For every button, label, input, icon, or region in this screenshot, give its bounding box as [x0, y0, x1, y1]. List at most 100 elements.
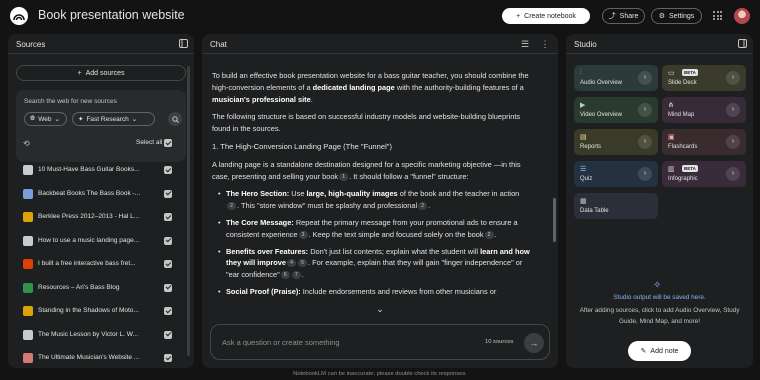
studio-tile-infographic[interactable]: ▥ BETA Infographic ›	[662, 161, 746, 187]
citation-chip[interactable]: 2	[484, 230, 494, 239]
citation-chip[interactable]: 4	[286, 259, 296, 268]
citation-chip[interactable]: 6	[280, 271, 290, 280]
source-checkbox[interactable]	[164, 354, 172, 362]
chevron-right-icon[interactable]: ›	[638, 135, 652, 149]
source-checkbox[interactable]	[164, 189, 172, 198]
studio-tile-mind-map[interactable]: ⋔ Mind Map ›	[662, 97, 746, 123]
select-all-checkbox[interactable]	[164, 139, 172, 147]
research-chip-label: Fast Research	[86, 115, 129, 123]
notebooklm-logo-icon[interactable]	[10, 7, 28, 25]
web-source-dropdown[interactable]: 🌐︎ Web ⌄	[24, 112, 67, 126]
chat-panel: Chat ☰ ⋮ To build an effective book pres…	[202, 34, 558, 368]
studio-empty-description: After adding sources, click to add Audio…	[579, 307, 740, 325]
citation-chip[interactable]: 7	[291, 271, 301, 280]
chevron-right-icon[interactable]: ›	[726, 167, 740, 181]
studio-tile-label: Reports	[580, 144, 602, 150]
source-item[interactable]: 10 Must-Have Bass Guitar Books...	[8, 161, 194, 179]
add-sources-button[interactable]: + Add sources	[16, 65, 186, 81]
studio-tile-label: Slide Deck	[668, 80, 697, 86]
studio-tile-quiz[interactable]: ☰ Quiz ›	[574, 161, 658, 187]
chat-settings-icon[interactable]: ☰	[520, 39, 530, 49]
reports-icon: ▤	[580, 134, 587, 141]
chat-text: .	[428, 201, 431, 211]
scroll-down-icon[interactable]: ⌄	[373, 302, 387, 316]
citation-chip[interactable]: 5	[297, 259, 307, 268]
source-toolbar: ⟲ Select all	[8, 136, 194, 150]
source-item[interactable]: Berklee Press 2012–2013 - Hal L...	[8, 208, 194, 226]
source-checkbox[interactable]	[164, 283, 172, 292]
source-checkbox[interactable]	[164, 330, 172, 339]
studio-tile-label: Data Table	[580, 208, 609, 214]
chevron-right-icon[interactable]: ›	[726, 103, 740, 117]
chevron-right-icon[interactable]: ›	[726, 135, 740, 149]
citation-chip[interactable]: 2	[418, 202, 428, 211]
studio-tile-flashcards[interactable]: ▣ Flashcards ›	[662, 129, 746, 155]
notebook-title[interactable]: Book presentation website	[38, 8, 185, 22]
source-checkbox[interactable]	[164, 260, 172, 268]
pdf-icon	[23, 306, 33, 316]
reddit-icon	[23, 259, 33, 269]
chevron-right-icon[interactable]: ›	[726, 71, 740, 85]
source-label: The Music Lesson by Victor L. W...	[38, 330, 138, 338]
add-note-button[interactable]: ✎ Add note	[628, 341, 691, 361]
web-search-input[interactable]: Search the web for new sources	[24, 98, 117, 105]
studio-tile-video-overview[interactable]: ▶ Video Overview ›	[574, 97, 658, 123]
share-icon: ⤴	[608, 13, 616, 20]
source-checkbox[interactable]	[164, 166, 172, 174]
chat-text: Use	[289, 189, 307, 199]
citation-chip[interactable]: 1	[339, 172, 349, 181]
sources-scrollbar[interactable]	[187, 66, 190, 356]
studio-tile-reports[interactable]: ▤ Reports ›	[574, 129, 658, 155]
studio-tile-label: Mind Map	[668, 112, 695, 118]
share-button[interactable]: ⤴ Share	[602, 8, 645, 24]
avatar[interactable]	[734, 8, 750, 24]
source-checkbox[interactable]	[164, 236, 172, 245]
studio-tile-data-table[interactable]: ▦ Data Table	[574, 193, 658, 219]
chat-scrollbar[interactable]	[553, 198, 556, 242]
apps-grid-icon[interactable]	[713, 11, 722, 20]
source-item[interactable]: The Ultimate Musician's Website ...	[8, 349, 194, 367]
chevron-right-icon[interactable]: ›	[638, 167, 652, 181]
book-cover-icon	[23, 329, 33, 340]
source-item[interactable]: Backbeat Books The Bass Book -...	[8, 185, 194, 203]
sources-header: Sources	[8, 34, 194, 54]
flashcards-icon: ▣	[668, 134, 675, 141]
chat-text: . Keep the text simple and focused solel…	[308, 229, 484, 239]
source-item[interactable]: The Music Lesson by Victor L. W...	[8, 326, 194, 344]
search-submit-button[interactable]	[168, 112, 182, 126]
research-mode-dropdown[interactable]: ✦ Fast Research ⌄	[72, 112, 155, 126]
chevron-right-icon[interactable]: ›	[638, 103, 652, 117]
studio-title: Studio	[574, 40, 597, 49]
studio-tile-label: Infographic	[668, 176, 698, 182]
more-options-icon[interactable]: ⋮	[540, 39, 550, 49]
settings-button[interactable]: ⚙ Settings	[651, 8, 702, 24]
studio-tile-slide-deck[interactable]: ▭ BETA Slide Deck ›	[662, 65, 746, 91]
plus-icon: +	[77, 69, 82, 77]
beta-badge: BETA	[682, 69, 698, 76]
source-item[interactable]: Resources – Ari's Bass Blog	[8, 279, 194, 297]
collapse-panel-icon[interactable]	[178, 39, 188, 49]
source-item[interactable]: Standing in the Shadows of Moto...	[8, 302, 194, 320]
source-label: I built a free interactive bass fret...	[38, 260, 136, 267]
source-label: Berklee Press 2012–2013 - Hal L...	[38, 213, 140, 220]
source-label: Standing in the Shadows of Moto...	[38, 307, 139, 314]
collapse-panel-icon[interactable]	[737, 39, 747, 49]
source-checkbox[interactable]	[164, 307, 172, 315]
chat-input[interactable]: Ask a question or create something 10 so…	[210, 324, 550, 360]
studio-tile-audio-overview[interactable]: ⫶ Audio Overview ›	[574, 65, 658, 91]
create-notebook-button[interactable]: + Create notebook	[502, 8, 590, 24]
gear-icon: ⚙	[658, 13, 665, 20]
chevron-right-icon[interactable]: ›	[638, 71, 652, 85]
source-item[interactable]: I built a free interactive bass fret...	[8, 255, 194, 273]
send-button[interactable]: →	[524, 333, 544, 353]
refresh-icon[interactable]: ⟲	[23, 139, 30, 148]
chat-bold-text: dedicated landing page	[312, 82, 395, 92]
select-all-label[interactable]: Select all	[136, 139, 162, 146]
chat-text: Include endorsements and reviews from ot…	[300, 286, 497, 296]
source-item[interactable]: How to use a music landing page...	[8, 232, 194, 250]
citation-chip[interactable]: 3	[298, 230, 308, 239]
citation-chip[interactable]: 2	[227, 202, 236, 211]
chat-header: Chat ☰ ⋮	[202, 34, 558, 54]
studio-tile-label: Quiz	[580, 176, 593, 182]
source-checkbox[interactable]	[164, 213, 172, 221]
